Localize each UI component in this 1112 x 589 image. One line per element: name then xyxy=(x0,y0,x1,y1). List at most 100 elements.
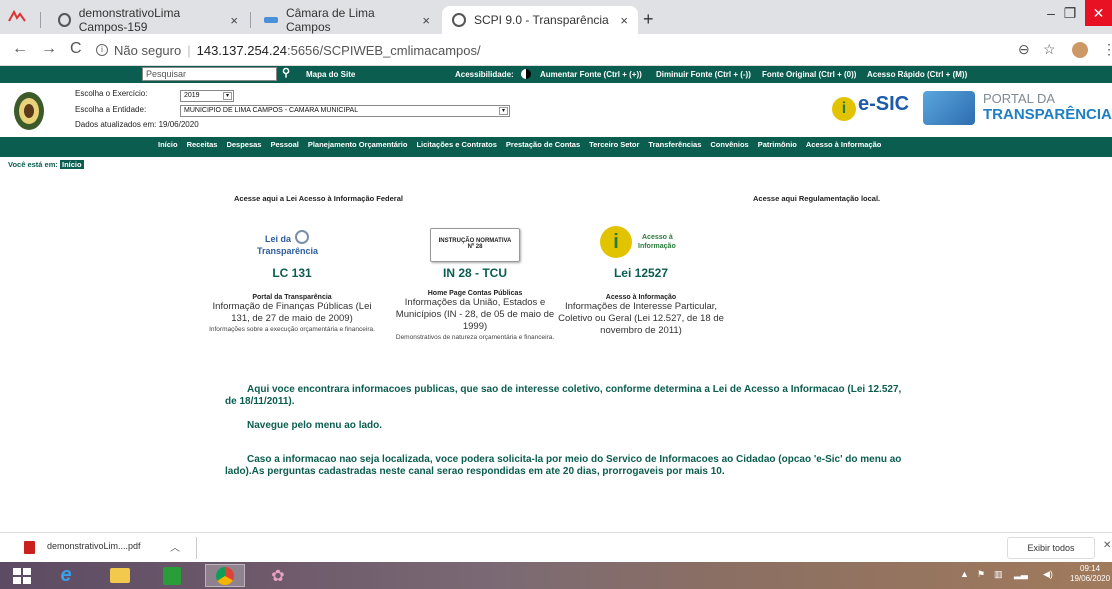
exercicio-select[interactable]: 2019 ▾ xyxy=(180,90,234,102)
back-arrow-icon[interactable]: ← xyxy=(12,40,28,58)
tab-close-icon[interactable]: × xyxy=(422,13,430,28)
chevron-down-icon: ▾ xyxy=(223,92,232,100)
info-circle-icon: i xyxy=(832,97,856,121)
card-in28[interactable]: INSTRUÇÃO NORMATIVA Nº 28 IN 28 - TCU Ho… xyxy=(385,224,565,342)
url-host: 143.137.254.24 xyxy=(196,42,287,58)
menu-pessoal[interactable]: Pessoal xyxy=(270,140,298,149)
breadcrumb-home[interactable]: Início xyxy=(59,160,84,169)
clock-date: 19/06/2020 xyxy=(1070,574,1111,583)
network-icon[interactable]: ▥ xyxy=(994,569,1003,580)
menu-prestacao[interactable]: Prestação de Contas xyxy=(506,140,580,149)
file-explorer-icon[interactable] xyxy=(100,564,140,587)
navigate-paragraph: Navegue pelo menu ao lado. xyxy=(247,420,383,431)
menu-licitacoes[interactable]: Licitações e Contratos xyxy=(416,140,496,149)
url-path: :5656/SCPIWEB_cmlimacampos/ xyxy=(286,42,481,58)
tab-separator xyxy=(250,12,251,28)
close-icon[interactable]: ✕ xyxy=(1103,540,1111,551)
windows-start-icon[interactable] xyxy=(2,564,42,587)
card-subtitle: Home Page Contas Públicas xyxy=(427,290,523,297)
zoom-icon[interactable]: ⊖ xyxy=(1018,41,1030,58)
volume-icon[interactable]: ◀) xyxy=(1043,569,1053,580)
search-input[interactable]: Pesquisar xyxy=(142,67,277,81)
app-logo-icon xyxy=(8,9,26,22)
sitemap-link[interactable]: Mapa do Site xyxy=(306,70,355,79)
info-circle-icon: i xyxy=(600,226,632,258)
windows-taskbar: e ✿ ▲ ⚑ ▥ ▂▃ ◀) 09:14 19/06/2020 xyxy=(0,562,1112,589)
store-icon[interactable] xyxy=(152,564,192,587)
bookmark-star-icon[interactable]: ☆ xyxy=(1043,41,1056,58)
card-img-text: Informação xyxy=(638,243,676,250)
acesso-informacao-logo: i Acesso à Informação xyxy=(596,224,686,262)
chevron-up-icon[interactable]: ︿ xyxy=(170,539,180,554)
clock[interactable]: 09:14 19/06/2020 xyxy=(1070,564,1110,584)
new-tab-button[interactable]: + xyxy=(643,9,654,30)
main-menu: Início Receitas Despesas Pessoal Planeja… xyxy=(0,137,1112,152)
search-icon[interactable]: ⚲ xyxy=(282,66,290,79)
decrease-font-link[interactable]: Diminuir Fonte (Ctrl + (-)) xyxy=(656,70,751,79)
entidade-select[interactable]: MUNICIPIO DE LIMA CAMPOS - CAMARA MUNICI… xyxy=(180,105,510,117)
divider xyxy=(196,537,197,559)
chrome-icon[interactable] xyxy=(205,564,245,587)
flag-icon[interactable]: ⚑ xyxy=(977,569,985,580)
maximize-icon[interactable]: ❐ xyxy=(1058,0,1082,26)
menu-planejamento[interactable]: Planejamento Orçamentário xyxy=(308,140,408,149)
federal-law-link[interactable]: Acesse aqui a Lei Acesso à Informação Fe… xyxy=(234,194,403,203)
updated-date: Dados atualizados em: 19/06/2020 xyxy=(75,120,199,129)
tab-demonstrativo[interactable]: demonstrativoLima Campos-159 × xyxy=(48,6,248,34)
tray-arrow-icon[interactable]: ▲ xyxy=(960,569,969,579)
lei-transparencia-logo: Lei da Transparência xyxy=(247,224,337,262)
menu-terceiro-setor[interactable]: Terceiro Setor xyxy=(589,140,639,149)
card-img-text: Acesso à xyxy=(642,234,673,241)
tab-separator xyxy=(40,12,41,28)
tab-camara[interactable]: Câmara de Lima Campos × xyxy=(254,6,440,34)
card-subtitle: Portal da Transparência xyxy=(252,294,332,301)
menu-transferencias[interactable]: Transferências xyxy=(648,140,701,149)
tab-scpi[interactable]: SCPI 9.0 - Transparência × xyxy=(442,6,638,34)
close-window-icon[interactable]: ✕ xyxy=(1085,0,1112,26)
tab-title: demonstrativoLima Campos-159 xyxy=(78,6,181,34)
portal-transparencia-logo[interactable]: PORTAL DA TRANSPARÊNCIA xyxy=(923,87,1112,131)
signal-icon[interactable]: ▂▃ xyxy=(1014,569,1028,580)
card-img-text: Nº 28 xyxy=(467,244,483,250)
card-lc131[interactable]: Lei da Transparência LC 131 Portal da Tr… xyxy=(202,224,382,334)
esic-paragraph: Caso a informacao nao seja localizada, v… xyxy=(225,454,902,477)
menu-convenios[interactable]: Convênios xyxy=(710,140,748,149)
menu-despesas[interactable]: Despesas xyxy=(226,140,261,149)
clock-time: 09:14 xyxy=(1080,564,1101,573)
instrucao-normativa-logo: INSTRUÇÃO NORMATIVA Nº 28 xyxy=(430,228,520,262)
card-description: Informações de Interesse Particular, Col… xyxy=(558,301,724,336)
download-filename[interactable]: demonstrativoLim....pdf xyxy=(47,541,141,551)
original-font-link[interactable]: Fonte Original (Ctrl + (0)) xyxy=(762,70,856,79)
internet-explorer-icon[interactable]: e xyxy=(46,564,86,587)
esic-link[interactable]: i e-SIC xyxy=(832,91,920,125)
portal-figures-icon xyxy=(923,91,975,125)
menu-receitas[interactable]: Receitas xyxy=(187,140,218,149)
card-lei12527[interactable]: i Acesso à Informação Lei 12527 Acesso à… xyxy=(551,224,731,337)
avatar[interactable] xyxy=(1072,42,1088,58)
site-top-bar: Pesquisar ⚲ Mapa do Site Acessibilidade:… xyxy=(0,66,1112,83)
menu-inicio[interactable]: Início xyxy=(158,140,178,149)
breadcrumb: Você está em: Início xyxy=(8,160,84,169)
contrast-icon[interactable] xyxy=(521,69,531,79)
exercicio-value: 2019 xyxy=(184,92,200,99)
site-header: Escolha o Exercício: 2019 ▾ Escolha a En… xyxy=(0,83,1112,137)
tab-title: SCPI 9.0 - Transparência xyxy=(474,13,609,27)
local-regulation-link[interactable]: Acesse aqui Regulamentação local. xyxy=(753,194,880,203)
reload-icon[interactable]: C xyxy=(70,40,82,58)
url-field[interactable]: i Não seguro | 143.137.254.24 :5656/SCPI… xyxy=(96,38,992,62)
menu-acesso-informacao[interactable]: Acesso à Informação xyxy=(806,140,881,149)
show-all-button[interactable]: Exibir todos xyxy=(1007,537,1095,559)
app-icon[interactable]: ✿ xyxy=(258,564,298,587)
quick-access-link[interactable]: Acesso Rápido (Ctrl + (M)) xyxy=(867,70,967,79)
tab-close-icon[interactable]: × xyxy=(620,13,628,28)
info-icon: i xyxy=(96,44,108,56)
forward-arrow-icon[interactable]: → xyxy=(41,40,57,58)
tab-close-icon[interactable]: × xyxy=(230,13,238,28)
magnifier-icon xyxy=(295,230,309,244)
card-description: Informação de Finanças Públicas (Lei 131… xyxy=(212,301,372,324)
increase-font-link[interactable]: Aumentar Fonte (Ctrl + (+)) xyxy=(540,70,642,79)
menu-dots-icon[interactable]: ⋮ xyxy=(1102,41,1112,58)
card-img-text: Transparência xyxy=(257,246,319,256)
portal-line2: TRANSPARÊNCIA xyxy=(983,106,1112,123)
menu-patrimonio[interactable]: Patrimônio xyxy=(758,140,797,149)
